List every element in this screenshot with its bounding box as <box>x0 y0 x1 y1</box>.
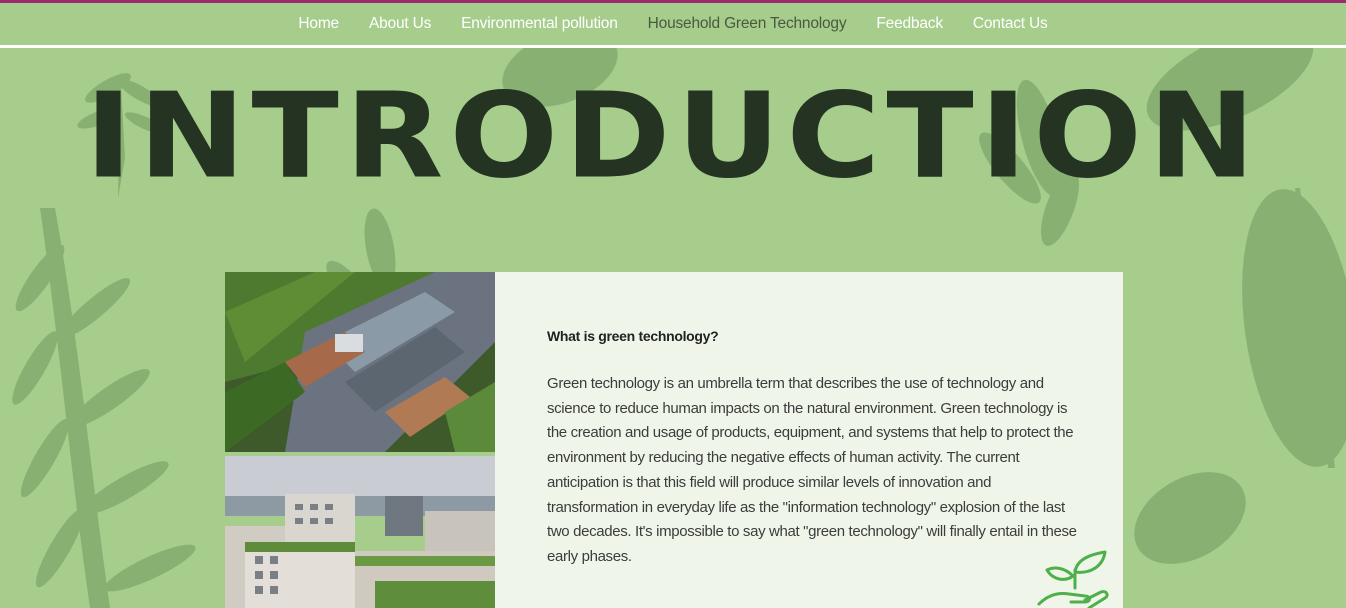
main-navigation: Home About Us Environmental pollution Ho… <box>0 3 1346 48</box>
card-heading: What is green technology? <box>547 328 719 344</box>
image-column <box>225 272 495 608</box>
card-body-text: Green technology is an umbrella term tha… <box>547 375 1077 565</box>
intro-card: What is green technology? Green technolo… <box>495 272 1123 608</box>
nav-item-environmental-pollution[interactable]: Environmental pollution <box>446 15 633 33</box>
nav-item-home[interactable]: Home <box>283 15 354 33</box>
nav-item-household-green-technology[interactable]: Household Green Technology <box>633 15 862 33</box>
nav-menu: Home About Us Environmental pollution Ho… <box>0 3 1346 45</box>
nav-item-about-us[interactable]: About Us <box>354 15 446 33</box>
green-roof-buildings-photo <box>225 456 495 608</box>
nav-item-feedback[interactable]: Feedback <box>861 15 957 33</box>
plant-in-hand-icon <box>1037 550 1109 608</box>
rooftop-garden-photo <box>225 272 495 452</box>
page-title: INTRODUCTION <box>84 68 1262 206</box>
nav-item-contact-us[interactable]: Contact Us <box>958 15 1063 33</box>
